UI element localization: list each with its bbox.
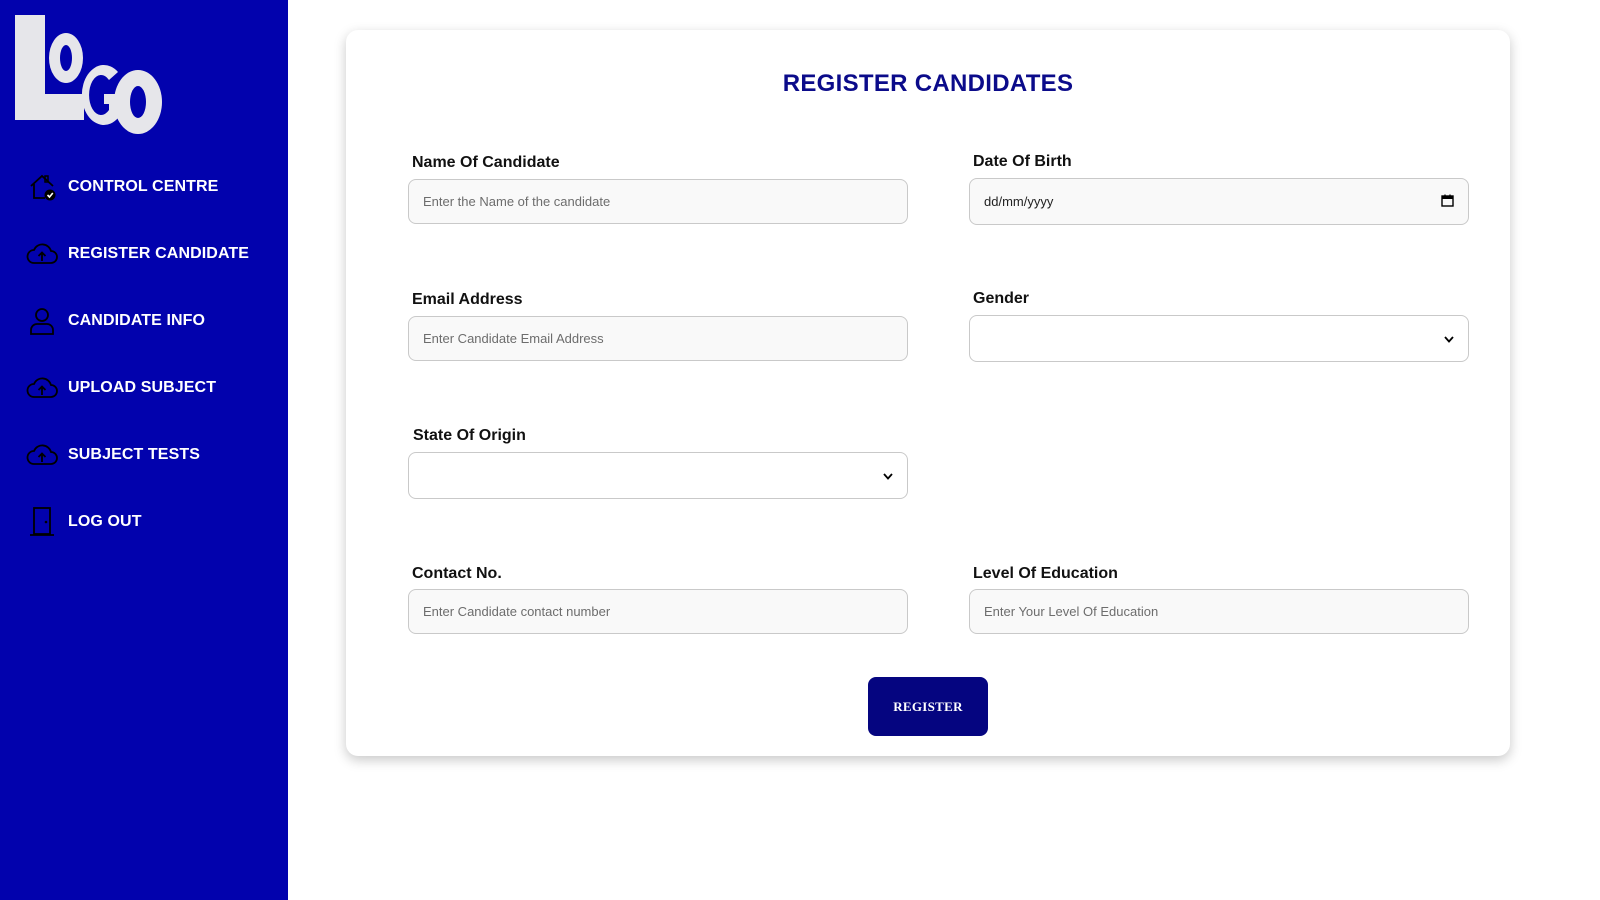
dob-label: Date Of Birth [973, 153, 1072, 170]
home-check-icon [26, 171, 58, 203]
cloud-upload-icon [26, 372, 58, 404]
sidebar-item-label: CONTROL CENTRE [68, 178, 219, 195]
chevron-down-icon [883, 468, 893, 483]
sidebar-item-subject-tests[interactable]: SUBJECT TESTS [26, 438, 200, 472]
dob-input[interactable]: dd/mm/yyyy [969, 178, 1469, 225]
sidebar-item-label: UPLOAD SUBJECT [68, 379, 217, 396]
sidebar-item-log-out[interactable]: LOG OUT [26, 505, 142, 539]
logo[interactable] [14, 14, 170, 136]
sidebar-item-upload-subject[interactable]: UPLOAD SUBJECT [26, 371, 216, 405]
contact-label: Contact No. [412, 565, 502, 582]
sidebar-item-label: SUBJECT TESTS [68, 446, 200, 463]
user-icon [26, 305, 58, 337]
name-input[interactable] [408, 179, 908, 224]
cloud-upload-icon [26, 238, 58, 270]
state-label: State Of Origin [413, 427, 526, 444]
education-label: Level Of Education [973, 565, 1118, 582]
sidebar-item-register-candidate[interactable]: REGISTER CANDIDATE [26, 237, 249, 271]
register-form-card: REGISTER CANDIDATES Name Of Candidate Da… [346, 30, 1510, 756]
sidebar: CONTROL CENTRE REGISTER CANDIDATE CANDID… [0, 0, 288, 900]
state-select[interactable] [408, 452, 908, 499]
education-input[interactable] [969, 589, 1469, 634]
chevron-down-icon [1444, 331, 1454, 346]
gender-select[interactable] [969, 315, 1469, 362]
contact-input[interactable] [408, 589, 908, 634]
gender-label: Gender [973, 290, 1030, 307]
sidebar-item-label: LOG OUT [68, 513, 142, 530]
register-button[interactable]: REGISTER [868, 677, 988, 736]
name-label: Name Of Candidate [412, 154, 560, 171]
email-input[interactable] [408, 316, 908, 361]
sidebar-item-label: CANDIDATE INFO [68, 312, 206, 329]
calendar-icon[interactable] [1441, 194, 1454, 210]
door-icon [26, 506, 58, 538]
sidebar-item-label: REGISTER CANDIDATE [68, 245, 250, 262]
dob-placeholder: dd/mm/yyyy [984, 194, 1054, 209]
email-label: Email Address [412, 291, 523, 308]
sidebar-item-candidate-info[interactable]: CANDIDATE INFO [26, 304, 205, 338]
sidebar-item-control-centre[interactable]: CONTROL CENTRE [26, 170, 218, 204]
page-title: REGISTER CANDIDATES [782, 70, 1074, 97]
cloud-upload-icon [26, 439, 58, 471]
logo-graphic [15, 15, 162, 134]
